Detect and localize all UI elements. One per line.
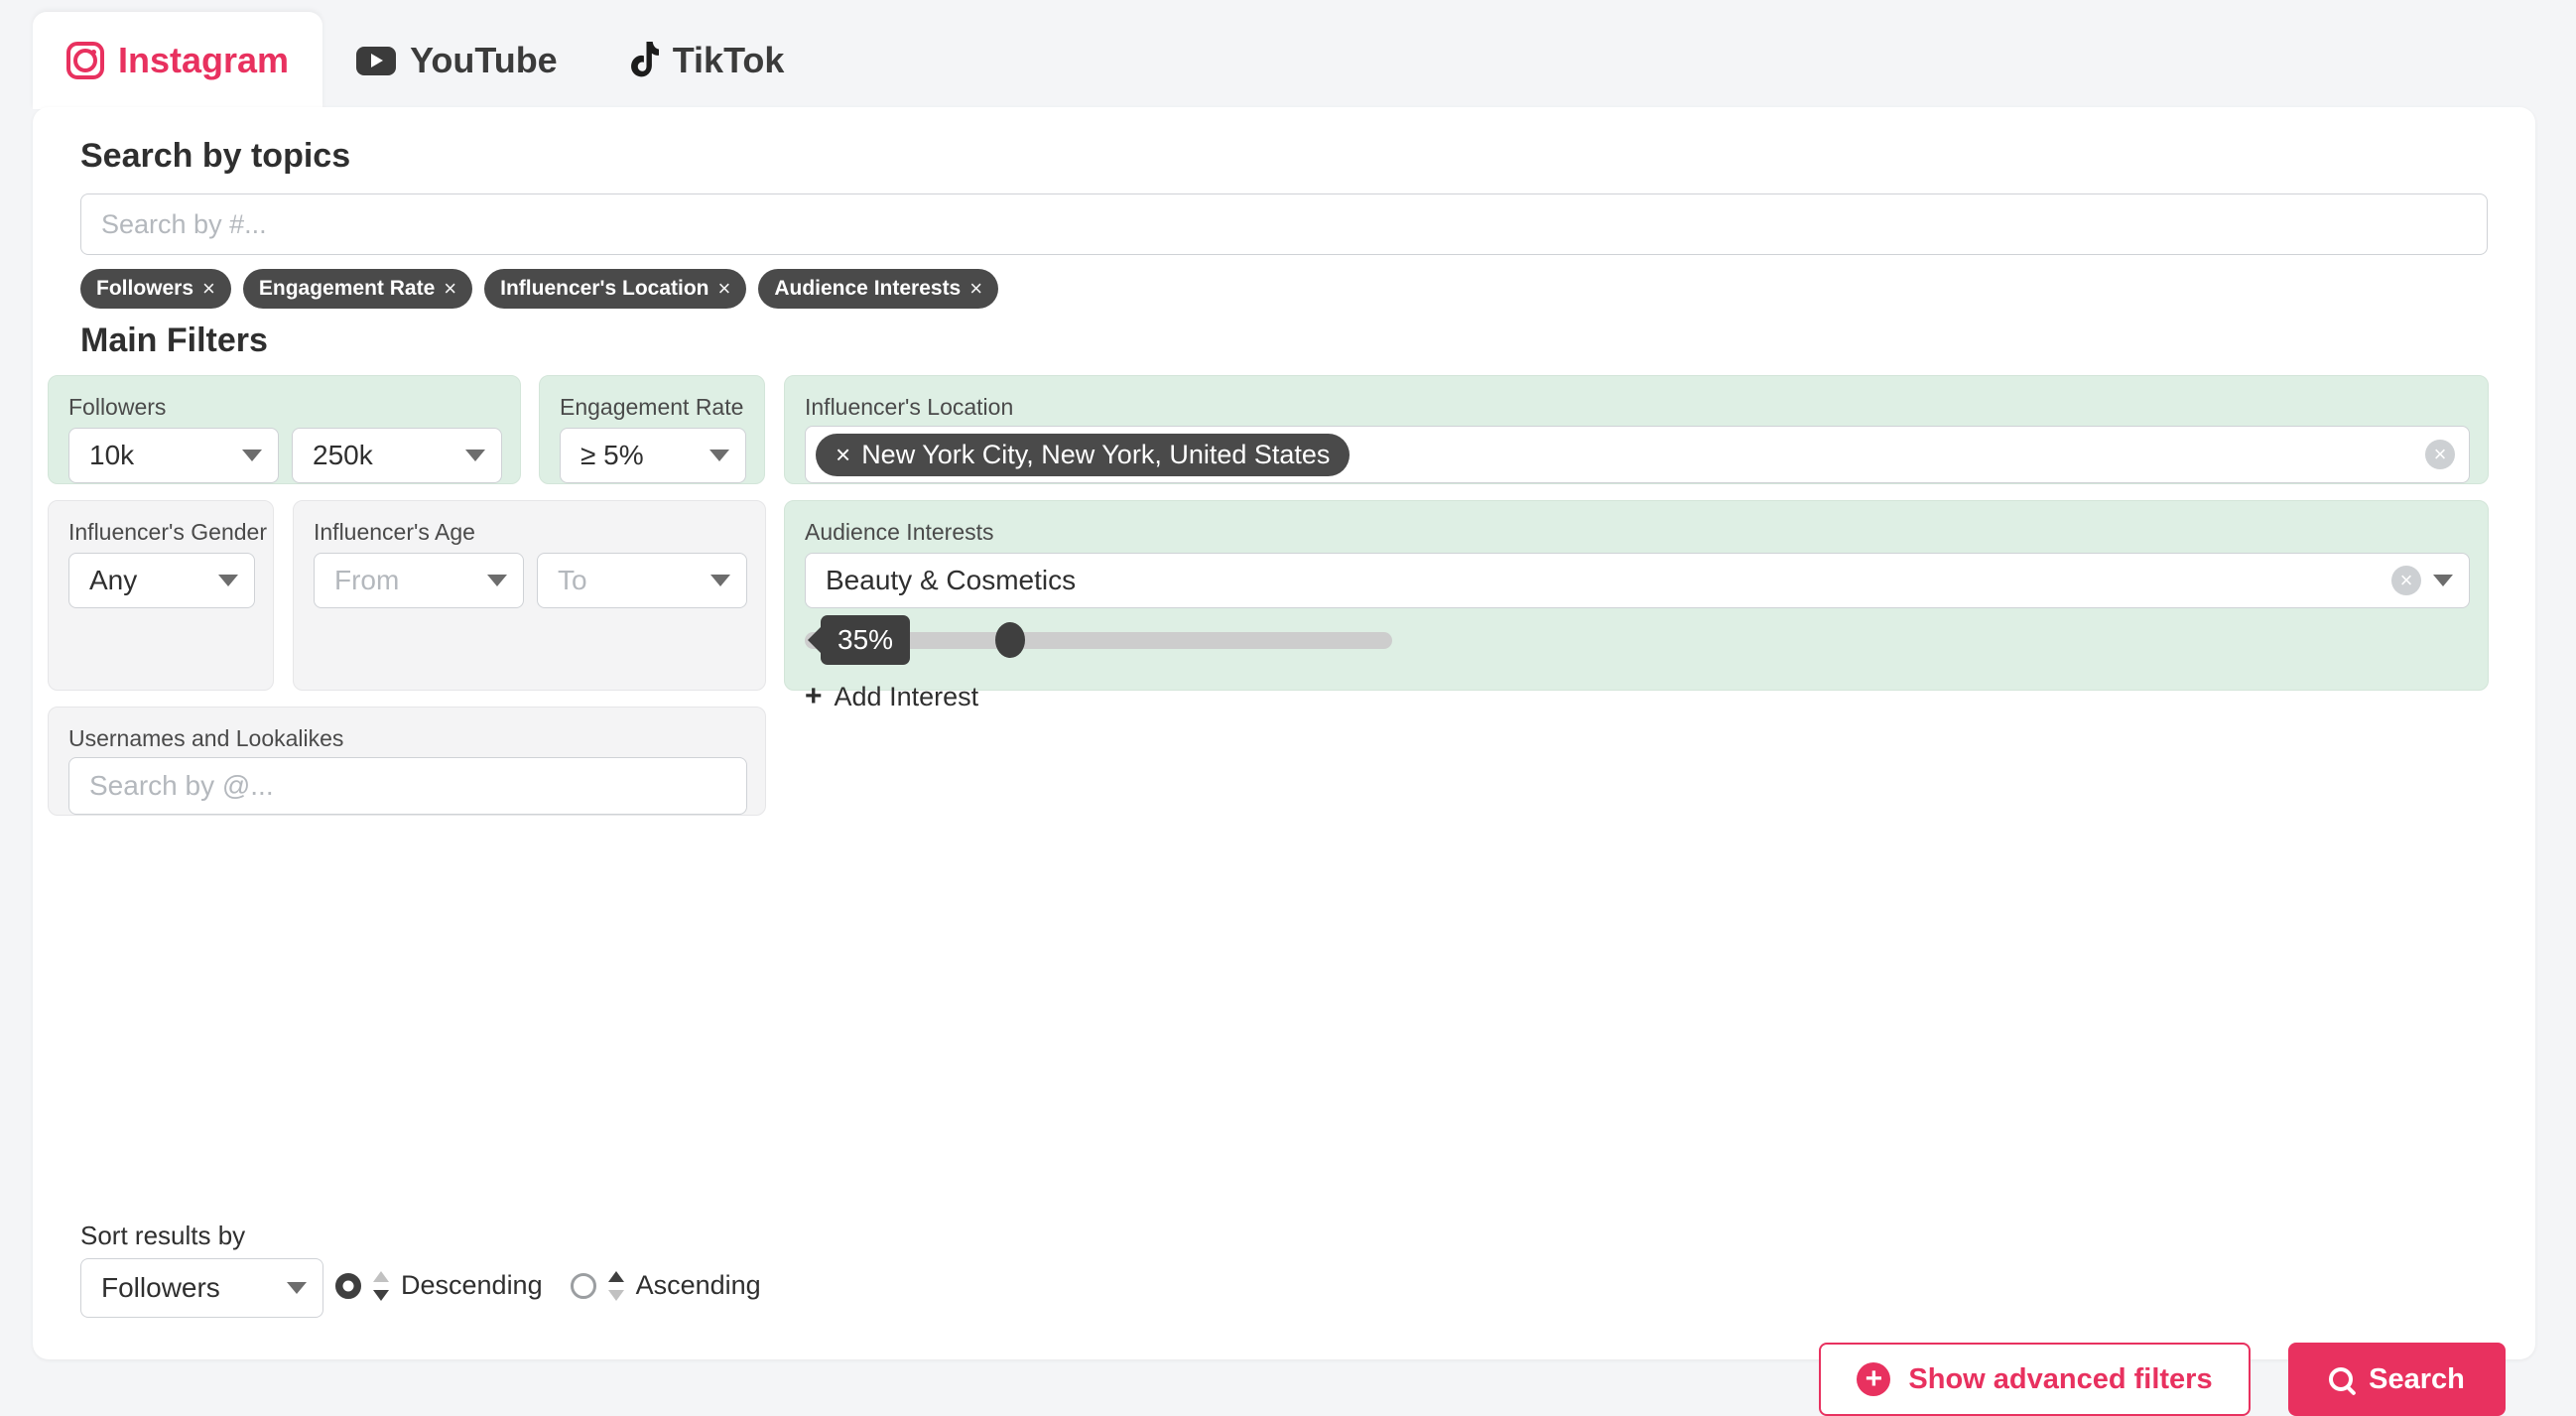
clear-icon[interactable]: × — [2391, 566, 2421, 595]
influencers-location-input[interactable]: × New York City, New York, United States… — [805, 426, 2470, 483]
show-advanced-filters-button[interactable]: + Show advanced filters — [1819, 1343, 2251, 1416]
followers-min-select[interactable]: 10k — [68, 428, 279, 483]
panel-usernames-lookalikes: Usernames and Lookalikes — [48, 707, 766, 816]
audience-interests-value: Beauty & Cosmetics — [826, 565, 1077, 595]
chevron-down-icon — [465, 450, 485, 461]
engagement-rate-value: ≥ 5% — [580, 440, 644, 470]
audience-interests-label: Audience Interests — [805, 519, 994, 545]
close-icon[interactable]: × — [444, 276, 456, 302]
panel-audience-interests: Audience Interests Beauty & Cosmetics × … — [784, 500, 2489, 712]
close-icon[interactable]: × — [836, 440, 850, 470]
chevron-down-icon — [218, 575, 238, 586]
location-tag-label: New York City, New York, United States — [861, 439, 1331, 469]
influencers-age-from-value: From — [334, 565, 400, 595]
tab-youtube-label: YouTube — [410, 40, 558, 80]
influencers-gender-label: Influencer's Gender — [68, 519, 268, 545]
panel-influencers-gender: Influencer's Gender Any — [48, 500, 274, 691]
tab-tiktok-label: TikTok — [672, 40, 785, 80]
tiktok-icon — [625, 42, 659, 79]
influencers-age-from-select[interactable]: From — [314, 553, 524, 608]
tab-instagram-label: Instagram — [118, 40, 290, 80]
audience-interests-select[interactable]: Beauty & Cosmetics × — [805, 553, 2470, 608]
search-button[interactable]: Search — [2288, 1343, 2506, 1416]
engagement-rate-label: Engagement Rate — [560, 394, 744, 420]
tab-instagram[interactable]: Instagram — [33, 12, 323, 109]
panel-influencers-location: Influencer's Location × New York City, N… — [784, 375, 2489, 484]
main-filters-title: Main Filters — [80, 322, 268, 359]
topics-search-input[interactable] — [80, 193, 2488, 255]
radio-ascending[interactable]: Ascending — [570, 1270, 761, 1301]
radio-descending[interactable]: Descending — [335, 1270, 543, 1301]
radio-descending-button[interactable] — [335, 1272, 361, 1299]
radio-descending-label: Descending — [401, 1270, 543, 1300]
influencers-gender-value: Any — [89, 565, 138, 595]
add-interest-label: Add Interest — [834, 681, 979, 711]
radio-ascending-button[interactable] — [570, 1272, 596, 1299]
tab-tiktok[interactable]: TikTok — [591, 12, 819, 109]
chevron-down-icon — [2433, 575, 2453, 586]
chip-influencers-location[interactable]: Influencer's Location × — [484, 269, 747, 309]
chip-followers[interactable]: Followers × — [80, 269, 231, 309]
chevron-down-icon — [709, 450, 729, 461]
add-interest-button[interactable]: + Add Interest — [805, 680, 978, 713]
youtube-icon — [356, 46, 397, 75]
plus-icon: + — [805, 680, 823, 712]
filters-card: Search by topics Followers × Engagement … — [33, 107, 2535, 1416]
active-filter-chips: Followers × Engagement Rate × Influencer… — [80, 269, 2488, 309]
chip-label: Audience Interests — [774, 277, 962, 300]
chip-label: Engagement Rate — [258, 277, 436, 300]
chevron-down-icon — [710, 575, 730, 586]
followers-max-select[interactable]: 250k — [292, 428, 502, 483]
chevron-down-icon — [287, 1282, 307, 1294]
search-topics-title: Search by topics — [80, 137, 351, 175]
influencers-gender-select[interactable]: Any — [68, 553, 255, 608]
instagram-icon — [66, 42, 104, 79]
usernames-search-input[interactable] — [68, 757, 747, 815]
influencers-location-label: Influencer's Location — [805, 394, 1014, 420]
chip-label: Followers — [96, 277, 194, 300]
chip-label: Influencer's Location — [500, 277, 709, 300]
chevron-down-icon — [242, 450, 262, 461]
usernames-label: Usernames and Lookalikes — [68, 725, 344, 751]
followers-label: Followers — [68, 394, 167, 420]
slider-value-bubble: 35% — [821, 615, 911, 665]
panel-engagement-rate: Engagement Rate ≥ 5% — [539, 375, 765, 484]
chip-engagement-rate[interactable]: Engagement Rate × — [242, 269, 473, 309]
followers-min-value: 10k — [89, 440, 135, 470]
panel-followers: Followers 10k 250k — [48, 375, 521, 484]
influencers-age-to-select[interactable]: To — [537, 553, 747, 608]
search-topics-section: Search by topics Followers × Engagement … — [80, 137, 2488, 309]
sort-order-radiogroup: Descending Ascending — [335, 1270, 761, 1301]
chevron-down-icon — [487, 575, 507, 586]
followers-max-value: 250k — [313, 440, 373, 470]
close-icon[interactable]: × — [969, 276, 982, 302]
chip-audience-interests[interactable]: Audience Interests × — [758, 269, 999, 309]
sort-by-select[interactable]: Followers — [80, 1258, 323, 1318]
clear-icon[interactable]: × — [2425, 440, 2455, 469]
close-icon[interactable]: × — [202, 276, 215, 302]
sort-by-value: Followers — [101, 1272, 220, 1303]
slider-thumb[interactable] — [995, 622, 1026, 658]
influencers-age-label: Influencer's Age — [314, 519, 475, 545]
app-root: Instagram YouTube TikTok Search by topic… — [0, 0, 2576, 1416]
influencers-age-to-value: To — [558, 565, 587, 595]
sort-descending-icon — [373, 1270, 389, 1301]
panel-influencers-age: Influencer's Age From To — [293, 500, 766, 691]
platform-tabbar: Instagram YouTube TikTok — [33, 10, 818, 109]
tab-youtube[interactable]: YouTube — [322, 12, 591, 109]
radio-ascending-label: Ascending — [635, 1270, 761, 1300]
sort-results-label: Sort results by — [80, 1221, 246, 1250]
audience-interest-slider[interactable]: 35% — [805, 615, 2470, 665]
search-icon — [2329, 1367, 2354, 1391]
location-tag[interactable]: × New York City, New York, United States — [816, 433, 1351, 476]
engagement-rate-select[interactable]: ≥ 5% — [560, 428, 746, 483]
close-icon[interactable]: × — [717, 276, 730, 302]
sort-ascending-icon — [607, 1270, 624, 1301]
